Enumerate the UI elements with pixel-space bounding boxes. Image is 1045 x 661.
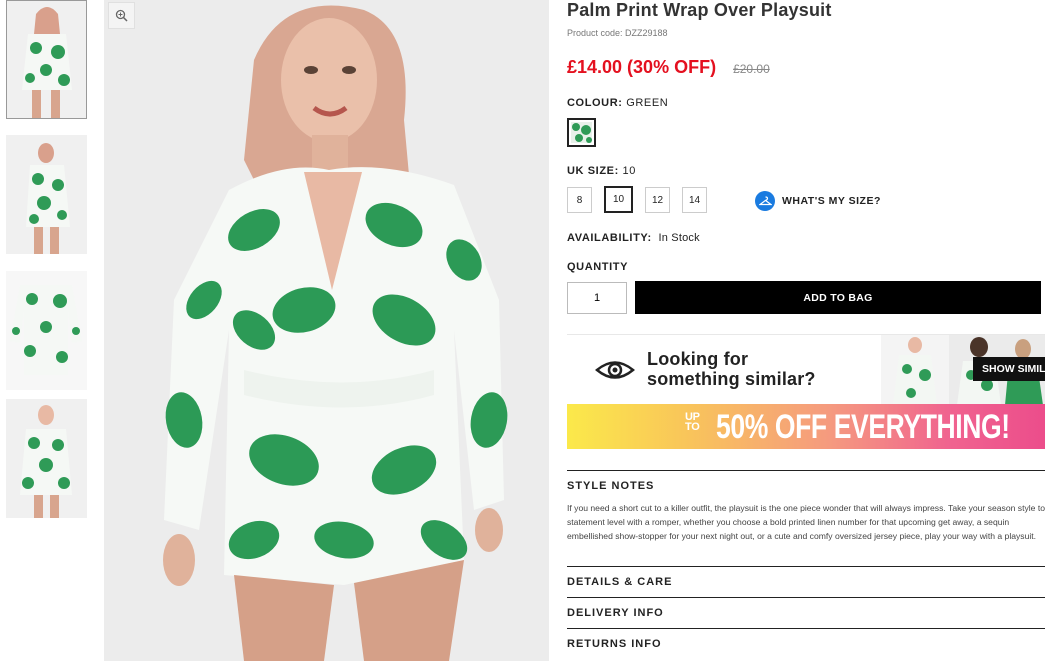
original-price: £20.00 <box>733 62 770 76</box>
thumbnail-4[interactable] <box>6 399 87 518</box>
style-notes-title: STYLE NOTES <box>567 480 655 492</box>
zoom-button[interactable] <box>108 2 135 29</box>
colour-value: GREEN <box>626 97 669 109</box>
thumbnail-2[interactable] <box>6 135 87 254</box>
promo-banner[interactable]: UP TO 50% OFF EVERYTHING! <box>567 404 1045 449</box>
similar-line-2: something similar? <box>647 369 816 389</box>
similar-text: Looking for something similar? <box>647 349 816 389</box>
details-care-title: DETAILS & CARE <box>567 576 673 588</box>
availability: AVAILABILITY: In Stock <box>567 232 700 244</box>
size-option-12[interactable]: 12 <box>645 187 670 213</box>
product-code: Product code: DZZ29188 <box>567 28 668 38</box>
product-photo <box>104 0 549 661</box>
availability-label: AVAILABILITY: <box>567 232 652 244</box>
quantity-label-text: QUANTITY <box>567 261 629 273</box>
promo-upto: UP TO <box>685 412 700 433</box>
size-label: UK SIZE: 10 <box>567 165 636 177</box>
thumbnail-3[interactable] <box>6 271 87 390</box>
quantity-input[interactable] <box>567 282 627 314</box>
returns-info-section[interactable]: RETURNS INFO <box>567 628 1045 661</box>
size-option-14[interactable]: 14 <box>682 187 707 213</box>
size-options: 8 10 12 14 <box>567 186 719 213</box>
thumbnail-image <box>6 0 87 119</box>
eye-icon <box>595 361 635 379</box>
colour-label-key: COLOUR: <box>567 97 623 109</box>
palm-print-swatch-icon <box>571 122 592 143</box>
delivery-info-title: DELIVERY INFO <box>567 607 664 619</box>
promo-headline: 50% OFF EVERYTHING! <box>716 408 1010 446</box>
availability-value: In Stock <box>658 232 700 244</box>
zoom-in-icon <box>115 9 128 22</box>
whats-my-size-label: WHAT'S MY SIZE? <box>782 195 881 207</box>
promo-upto-line2: TO <box>685 421 700 433</box>
details-care-section[interactable]: DETAILS & CARE <box>567 566 1045 597</box>
show-similar-button[interactable]: SHOW SIMILAR <box>973 357 1045 381</box>
style-notes-section[interactable]: STYLE NOTES If you need a short cut to a… <box>567 470 1045 566</box>
price-row: £14.00 (30% OFF) £20.00 <box>567 57 770 78</box>
style-notes-body: If you need a short cut to a killer outf… <box>567 503 1045 541</box>
similar-banner: Looking for something similar? SHOW SIMI… <box>567 334 1045 404</box>
delivery-info-section[interactable]: DELIVERY INFO <box>567 597 1045 628</box>
swatch-pattern <box>571 122 592 143</box>
sale-price: £14.00 (30% OFF) <box>567 57 717 77</box>
product-title: Palm Print Wrap Over Playsuit <box>567 0 832 20</box>
size-option-8[interactable]: 8 <box>567 187 592 213</box>
similar-image-1 <box>881 335 949 404</box>
main-product-image[interactable] <box>104 0 549 661</box>
thumbnail-image <box>6 135 87 254</box>
size-value: 10 <box>622 165 636 177</box>
quantity-label: QUANTITY <box>567 261 628 273</box>
size-option-10[interactable]: 10 <box>604 186 633 213</box>
whats-my-size-link[interactable]: WHAT'S MY SIZE? <box>755 191 881 211</box>
size-label-key: UK SIZE: <box>567 165 619 177</box>
thumbnail-image <box>6 271 87 390</box>
colour-label: COLOUR: GREEN <box>567 97 668 109</box>
thumbnail-image <box>6 399 87 518</box>
similar-line-1: Looking for <box>647 349 749 369</box>
colour-swatch-green[interactable] <box>567 118 596 147</box>
add-to-bag-button[interactable]: ADD TO BAG <box>635 281 1041 314</box>
thumbnail-1[interactable] <box>6 0 87 119</box>
returns-info-title: RETURNS INFO <box>567 638 662 650</box>
hanger-icon <box>755 191 775 211</box>
